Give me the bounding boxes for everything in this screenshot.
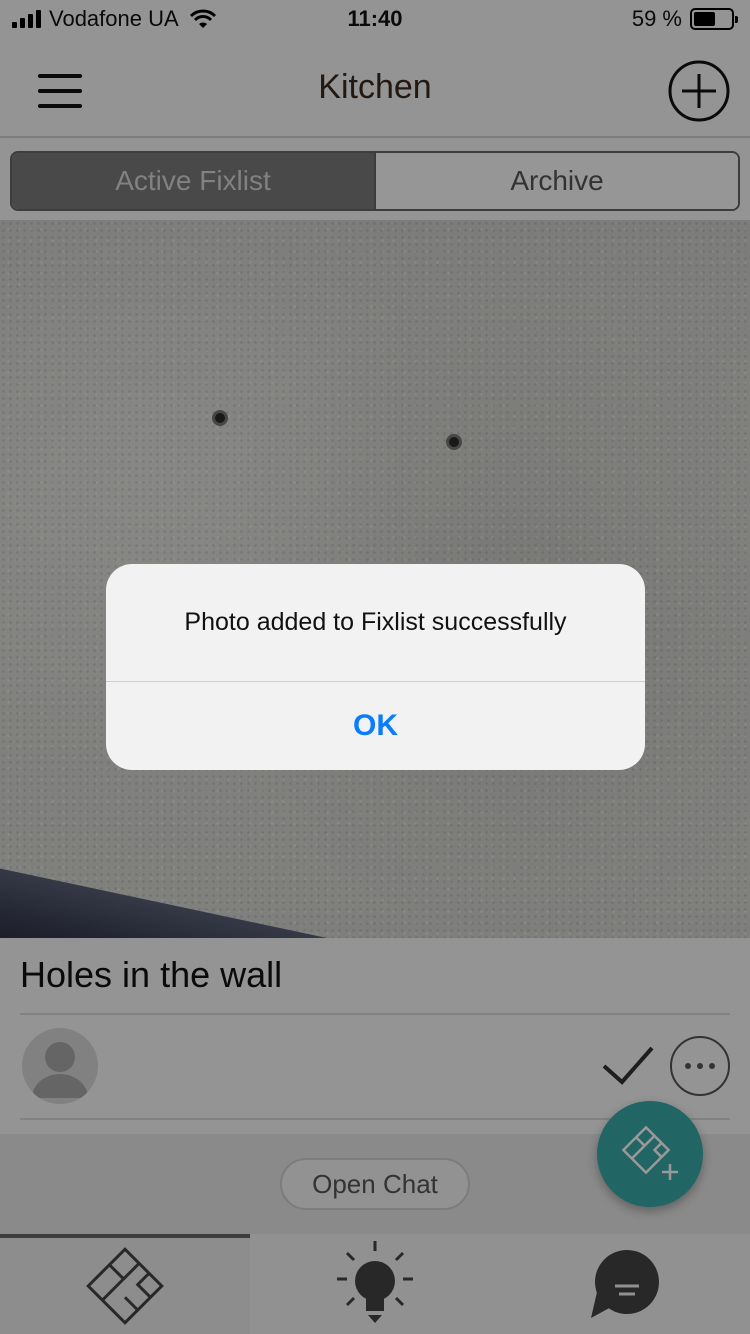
ok-button[interactable]: OK: [106, 682, 645, 770]
alert-message: Photo added to Fixlist successfully: [106, 564, 645, 682]
success-alert: Photo added to Fixlist successfully OK: [106, 564, 645, 770]
